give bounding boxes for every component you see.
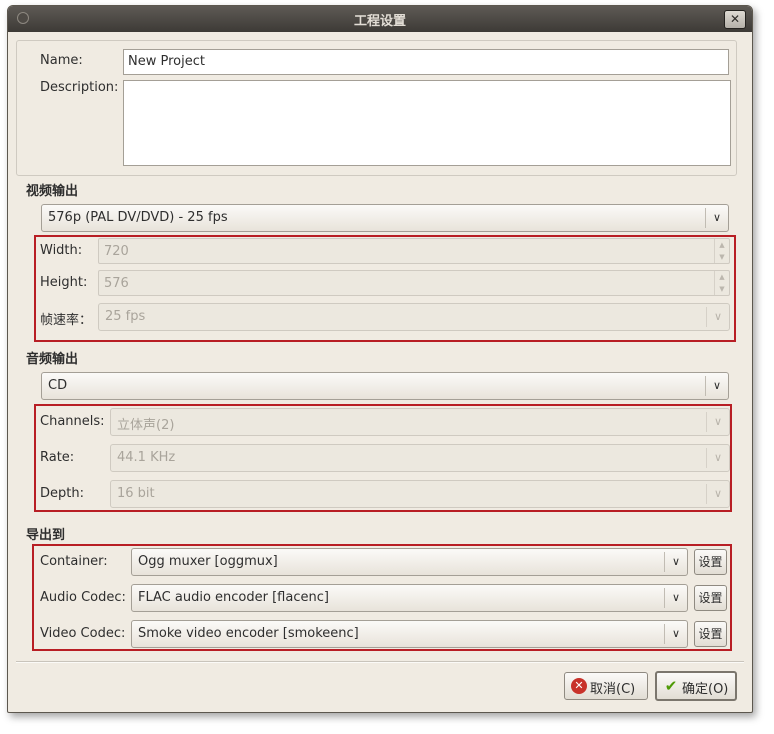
description-field[interactable] xyxy=(123,80,731,166)
chevron-down-icon: ∨ xyxy=(705,376,728,396)
ok-button-label: 确定(O) xyxy=(682,682,729,697)
container-combo[interactable]: Ogg muxer [oggmux] ∨ xyxy=(131,548,688,576)
project-settings-dialog: 工程设置 ✕ Name: New Project Description: 视频… xyxy=(7,5,753,713)
framerate-value: 25 fps xyxy=(105,309,146,324)
chevron-down-icon: ∨ xyxy=(664,588,687,608)
depth-label: Depth: xyxy=(40,486,84,501)
audio-codec-settings-button[interactable]: 设置 xyxy=(694,585,727,611)
width-spin-buttons[interactable]: ▲ ▼ xyxy=(714,239,729,263)
check-icon: ✔ xyxy=(664,677,678,695)
chevron-down-icon: ∨ xyxy=(706,448,729,468)
audio-preset-value: CD xyxy=(48,378,68,393)
rate-combo[interactable]: 44.1 KHz ∨ xyxy=(110,444,730,472)
button-separator xyxy=(16,661,744,663)
container-value: Ogg muxer [oggmux] xyxy=(138,554,278,569)
name-field[interactable]: New Project xyxy=(123,49,729,75)
height-spinner[interactable]: 576 ▲ ▼ xyxy=(98,270,730,296)
title-bar: 工程设置 ✕ xyxy=(8,6,752,32)
video-codec-settings-button[interactable]: 设置 xyxy=(694,621,727,647)
audio-codec-combo[interactable]: FLAC audio encoder [flacenc] ∨ xyxy=(131,584,688,612)
cancel-button[interactable]: ✕ 取消(C) xyxy=(564,672,648,700)
framerate-label: 帧速率： xyxy=(40,313,93,328)
name-label: Name: xyxy=(40,53,83,68)
framerate-combo[interactable]: 25 fps ∨ xyxy=(98,303,730,331)
chevron-down-icon: ∨ xyxy=(706,484,729,504)
audio-section-title: 音频输出 xyxy=(26,352,79,367)
spin-down-icon[interactable]: ▼ xyxy=(715,251,729,263)
description-label: Description: xyxy=(40,80,119,95)
name-field-value: New Project xyxy=(128,54,205,69)
channels-combo[interactable]: 立体声(2) ∨ xyxy=(110,408,730,436)
spin-up-icon[interactable]: ▲ xyxy=(715,271,729,283)
video-codec-combo[interactable]: Smoke video encoder [smokeenc] ∨ xyxy=(131,620,688,648)
rate-value: 44.1 KHz xyxy=(117,450,176,465)
export-section-title: 导出到 xyxy=(26,528,66,543)
container-label: Container: xyxy=(40,554,108,569)
audio-codec-value: FLAC audio encoder [flacenc] xyxy=(138,590,329,605)
video-section-title: 视频输出 xyxy=(26,184,79,199)
depth-value: 16 bit xyxy=(117,486,155,501)
height-spin-buttons[interactable]: ▲ ▼ xyxy=(714,271,729,295)
channels-value: 立体声(2) xyxy=(117,418,175,433)
chevron-down-icon: ∨ xyxy=(705,208,728,228)
audio-preset-combo[interactable]: CD ∨ xyxy=(41,372,729,400)
chevron-down-icon: ∨ xyxy=(664,552,687,572)
dialog-title: 工程设置 xyxy=(353,14,406,29)
video-preset-value: 576p (PAL DV/DVD) - 25 fps xyxy=(48,210,228,225)
spin-up-icon[interactable]: ▲ xyxy=(715,239,729,251)
ok-button[interactable]: ✔ 确定(O) xyxy=(655,671,737,701)
cancel-icon: ✕ xyxy=(571,678,587,694)
cancel-button-label: 取消(C) xyxy=(590,682,636,697)
video-preset-combo[interactable]: 576p (PAL DV/DVD) - 25 fps ∨ xyxy=(41,204,729,232)
audio-codec-label: Audio Codec: xyxy=(40,590,126,605)
width-label: Width: xyxy=(40,243,83,258)
depth-combo[interactable]: 16 bit ∨ xyxy=(110,480,730,508)
chevron-down-icon: ∨ xyxy=(706,307,729,327)
video-codec-value: Smoke video encoder [smokeenc] xyxy=(138,626,359,641)
width-spinner[interactable]: 720 ▲ ▼ xyxy=(98,238,730,264)
close-button[interactable]: ✕ xyxy=(724,10,746,29)
spin-down-icon[interactable]: ▼ xyxy=(715,283,729,295)
video-codec-label: Video Codec: xyxy=(40,626,126,641)
chevron-down-icon: ∨ xyxy=(664,624,687,644)
height-value: 576 xyxy=(104,276,129,291)
rate-label: Rate: xyxy=(40,450,75,465)
chevron-down-icon: ∨ xyxy=(706,412,729,432)
channels-label: Channels: xyxy=(40,414,105,429)
container-settings-button[interactable]: 设置 xyxy=(694,549,727,575)
height-label: Height: xyxy=(40,275,88,290)
width-value: 720 xyxy=(104,244,129,259)
